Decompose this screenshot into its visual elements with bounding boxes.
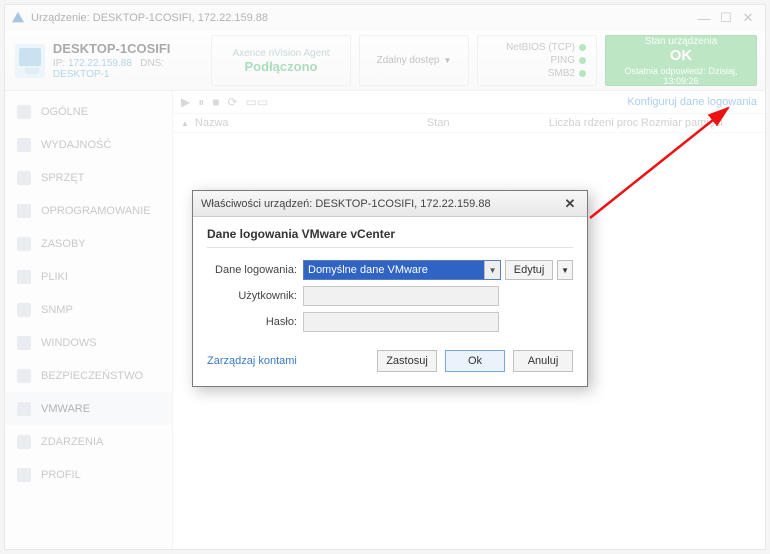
- minimize-button[interactable]: —: [693, 9, 715, 27]
- chevron-down-icon[interactable]: ▼: [484, 261, 500, 279]
- login-label: Dane logowania:: [207, 264, 297, 276]
- edit-dropdown-button[interactable]: ▼: [557, 260, 573, 280]
- performance-icon: [17, 138, 31, 152]
- status-heading: Stan urządzenia: [645, 36, 717, 47]
- titlebar: Urządzenie: DESKTOP-1COSIFI, 172.22.159.…: [5, 5, 765, 31]
- computer-icon: [15, 44, 45, 78]
- refresh-icon[interactable]: ⟳: [228, 95, 238, 109]
- device-name: DESKTOP-1COSIFI: [53, 41, 203, 56]
- app-icon: [11, 11, 25, 25]
- ok-button[interactable]: Ok: [445, 350, 505, 372]
- sidebar-item-performance[interactable]: WYDAJNOŚĆ: [5, 128, 172, 161]
- profile-icon: [17, 468, 31, 482]
- col-name[interactable]: Nazwa: [195, 117, 425, 129]
- sidebar-item-vmware[interactable]: VMWARE: [5, 392, 172, 425]
- status-dot-icon: [579, 70, 586, 77]
- toolbar: ▶ ⏸ ■ ⟳ ▭▭ Konfiguruj dane logowania: [173, 91, 765, 113]
- hardware-icon: [17, 171, 31, 185]
- stop-icon[interactable]: ■: [212, 95, 219, 109]
- resources-icon: [17, 237, 31, 251]
- sidebar-item-snmp[interactable]: SNMP: [5, 293, 172, 326]
- status-dot-icon: [579, 57, 586, 64]
- snmp-icon: [17, 303, 31, 317]
- sidebar-item-hardware[interactable]: SPRZĘT: [5, 161, 172, 194]
- agent-panel: Axence nVision Agent Podłączono: [211, 35, 351, 86]
- status-value: OK: [670, 47, 693, 64]
- dialog-titlebar: Właściwości urządzeń: DESKTOP-1COSIFI, 1…: [193, 191, 587, 217]
- password-field[interactable]: [303, 312, 499, 332]
- service-ping: PING: [551, 55, 586, 66]
- dialog-title: Właściwości urządzeń: DESKTOP-1COSIFI, 1…: [201, 198, 491, 210]
- sidebar-item-general[interactable]: OGÓLNE: [5, 95, 172, 128]
- files-icon: [17, 270, 31, 284]
- pause-icon[interactable]: ⏸: [198, 95, 204, 110]
- service-smb2: SMB2: [548, 68, 586, 79]
- sidebar-item-resources[interactable]: ZASOBY: [5, 227, 172, 260]
- status-time: Ostatnia odpowiedź: Dzisiaj, 13:09:26: [616, 66, 746, 86]
- login-value: Domyślne dane VMware: [308, 264, 428, 276]
- sidebar-item-windows[interactable]: WINDOWS: [5, 326, 172, 359]
- sidebar-item-files[interactable]: PLIKI: [5, 260, 172, 293]
- general-icon: [17, 105, 31, 119]
- sort-icon[interactable]: ▲: [181, 119, 189, 128]
- vmware-icon: [17, 402, 31, 416]
- agent-title: Axence nVision Agent: [232, 48, 329, 59]
- services-panel: NetBIOS (TCP) PING SMB2: [477, 35, 597, 86]
- login-combobox[interactable]: Domyślne dane VMware ▼: [303, 260, 501, 280]
- windows-icon: [17, 336, 31, 350]
- configure-login-link[interactable]: Konfiguruj dane logowania: [627, 96, 757, 108]
- screens-icon[interactable]: ▭▭: [246, 95, 269, 109]
- title-prefix: Urządzenie:: [31, 12, 90, 24]
- status-panel: Stan urządzenia OK Ostatnia odpowiedź: D…: [605, 35, 757, 86]
- chevron-down-icon: ▼: [443, 56, 451, 65]
- dialog-heading: Dane logowania VMware vCenter: [207, 227, 573, 248]
- sidebar-item-profile[interactable]: PROFIL: [5, 458, 172, 491]
- status-dot-icon: [579, 44, 586, 51]
- events-icon: [17, 435, 31, 449]
- edit-button[interactable]: Edytuj: [505, 260, 553, 280]
- cancel-button[interactable]: Anuluj: [513, 350, 573, 372]
- security-icon: [17, 369, 31, 383]
- password-label: Hasło:: [207, 316, 297, 328]
- dialog-close-button[interactable]: ✕: [561, 195, 579, 213]
- sidebar-item-security[interactable]: BEZPIECZEŃSTWO: [5, 359, 172, 392]
- remote-access-button[interactable]: Zdalny dostęp ▼: [359, 35, 469, 86]
- manage-accounts-link[interactable]: Zarządzaj kontami: [207, 355, 297, 367]
- user-field[interactable]: [303, 286, 499, 306]
- service-netbios: NetBIOS (TCP): [506, 42, 586, 53]
- sidebar: OGÓLNE WYDAJNOŚĆ SPRZĘT OPROGRAMOWANIE Z…: [5, 91, 173, 549]
- col-cores[interactable]: Liczba rdzeni proc: [549, 117, 639, 129]
- user-label: Użytkownik:: [207, 290, 297, 302]
- properties-dialog: Właściwości urządzeń: DESKTOP-1COSIFI, 1…: [192, 190, 588, 387]
- software-icon: [17, 204, 31, 218]
- col-state[interactable]: Stan: [427, 117, 547, 129]
- play-icon[interactable]: ▶: [181, 95, 190, 109]
- close-button[interactable]: ✕: [737, 9, 759, 27]
- agent-status: Podłączono: [245, 59, 318, 74]
- sidebar-item-software[interactable]: OPROGRAMOWANIE: [5, 194, 172, 227]
- title-device: DESKTOP-1COSIFI, 172.22.159.88: [93, 12, 268, 24]
- device-sub: IP: 172.22.159.88 DNS: DESKTOP-1: [53, 58, 203, 80]
- column-headers: ▲ Nazwa Stan Liczba rdzeni proc Rozmiar …: [173, 113, 765, 133]
- device-block: DESKTOP-1COSIFI IP: 172.22.159.88 DNS: D…: [13, 35, 203, 86]
- col-memory[interactable]: Rozmiar pamięci: [641, 117, 731, 129]
- sidebar-item-events[interactable]: ZDARZENIA: [5, 425, 172, 458]
- remote-label: Zdalny dostęp: [377, 55, 440, 66]
- header: DESKTOP-1COSIFI IP: 172.22.159.88 DNS: D…: [5, 31, 765, 91]
- maximize-button[interactable]: ☐: [715, 9, 737, 27]
- apply-button[interactable]: Zastosuj: [377, 350, 437, 372]
